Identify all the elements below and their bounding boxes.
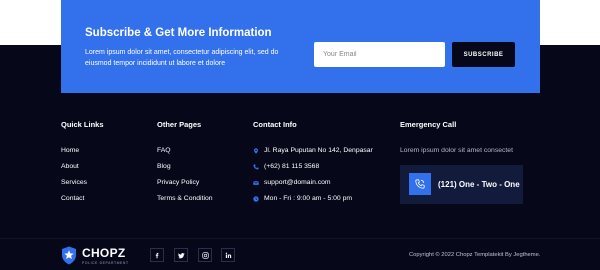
- contact-address-text: Jl. Raya Puputan No 142, Denpasar: [264, 147, 373, 154]
- mail-icon: [253, 180, 259, 186]
- link-terms-condition[interactable]: Terms & Condition: [157, 195, 213, 202]
- contact-email: support@domain.com: [253, 179, 331, 186]
- link-services[interactable]: Services: [61, 179, 87, 186]
- subscribe-description: Lorem ipsum dolor sit amet, consectetur …: [85, 49, 279, 67]
- subscribe-title: Subscribe & Get More Information: [85, 27, 272, 39]
- shield-star-icon: [62, 246, 76, 265]
- brand-logo[interactable]: CHOPZ POLICE DEPARTMENT: [61, 245, 131, 267]
- facebook-button[interactable]: [150, 248, 164, 262]
- link-blog[interactable]: Blog: [157, 163, 171, 170]
- emergency-description: Lorem ipsum dolor sit amet consectet: [400, 147, 513, 154]
- clock-icon: [253, 195, 259, 202]
- emergency-number: (121) One - Two - One: [438, 180, 520, 189]
- link-about[interactable]: About: [61, 163, 79, 170]
- emergency-call-card[interactable]: (121) One - Two - One: [400, 165, 523, 204]
- contact-hours: Mon - Fri : 9:00 am - 5:00 pm: [253, 195, 352, 202]
- instagram-icon: [201, 251, 209, 259]
- copyright-text: Copyright © 2022 Chopz Templatekit By Je…: [409, 252, 541, 258]
- contact-address: Jl. Raya Puputan No 142, Denpasar: [253, 147, 373, 154]
- email-input[interactable]: [314, 42, 445, 67]
- map-pin-icon: [253, 147, 259, 154]
- other-pages-title: Other Pages: [157, 120, 202, 129]
- page: Subscribe & Get More Information Lorem i…: [0, 0, 600, 270]
- twitter-icon: [177, 252, 185, 258]
- link-privacy-policy[interactable]: Privacy Policy: [157, 179, 199, 186]
- phone-icon: [253, 163, 259, 170]
- linkedin-button[interactable]: [221, 248, 235, 262]
- instagram-button[interactable]: [198, 248, 212, 262]
- subscribe-banner: Subscribe & Get More Information Lorem i…: [61, 0, 540, 93]
- footer-divider: [0, 238, 600, 239]
- subscribe-button[interactable]: SUBSCRIBE: [452, 42, 515, 67]
- facebook-icon: [155, 252, 158, 258]
- linkedin-icon: [225, 252, 231, 258]
- brand-name: CHOPZ: [82, 246, 126, 260]
- link-home[interactable]: Home: [61, 147, 79, 154]
- contact-info-title: Contact Info: [253, 120, 297, 129]
- emergency-phone-icon: [409, 173, 431, 195]
- link-faq[interactable]: FAQ: [157, 147, 171, 154]
- link-contact[interactable]: Contact: [61, 195, 84, 202]
- contact-phone-text[interactable]: (+62) 81 115 3568: [264, 163, 319, 170]
- contact-email-text[interactable]: support@domain.com: [264, 179, 331, 186]
- twitter-button[interactable]: [174, 248, 188, 262]
- quick-links-title: Quick Links: [61, 120, 104, 129]
- contact-hours-text: Mon - Fri : 9:00 am - 5:00 pm: [264, 195, 353, 202]
- emergency-call-title: Emergency Call: [400, 120, 457, 129]
- contact-phone: (+62) 81 115 3568: [253, 163, 319, 170]
- brand-tagline: POLICE DEPARTMENT: [82, 261, 129, 265]
